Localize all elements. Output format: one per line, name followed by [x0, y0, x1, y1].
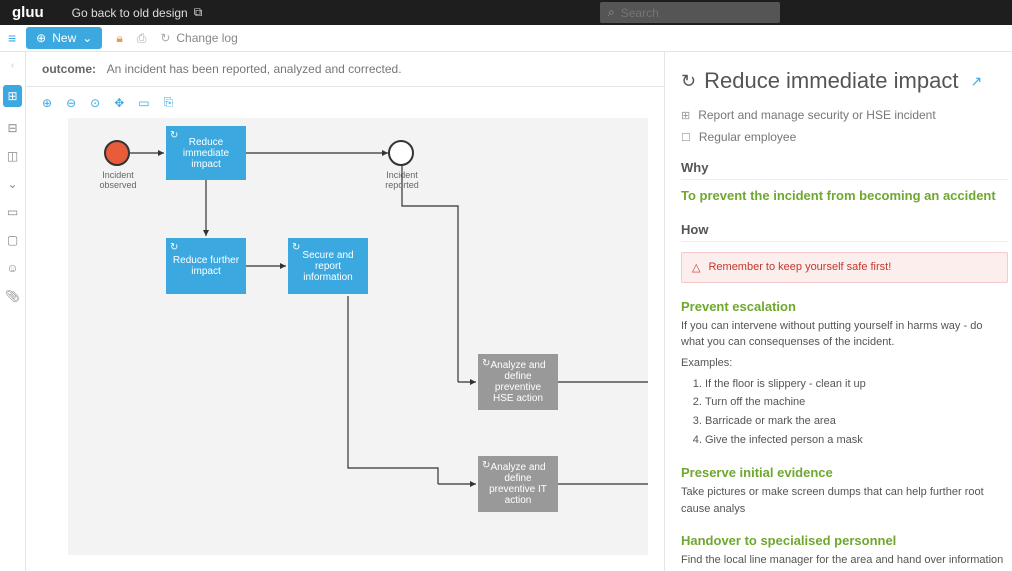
examples-list: If the floor is slippery - clean it up T… — [705, 375, 1008, 450]
rail-user-icon[interactable]: ☺ — [6, 261, 18, 275]
refresh-icon: ↻ — [482, 358, 490, 369]
node-label: Secure and report information — [294, 250, 362, 283]
meta-role[interactable]: ☐ Regular employee — [681, 130, 1008, 144]
rail-chevron-icon[interactable]: ⌄ — [7, 177, 17, 191]
external-icon: ⧉ — [194, 5, 203, 20]
drag-icon[interactable]: ≡ — [8, 30, 16, 46]
rail-tree-icon[interactable]: ⊟ — [7, 121, 17, 135]
example-item: Barricade or mark the area — [705, 412, 1008, 431]
sub-prevent: Prevent escalation — [681, 299, 1008, 314]
image-icon[interactable]: ▭ — [138, 96, 149, 110]
zoom-fit-icon[interactable]: ⊙ — [90, 96, 100, 110]
node-reduce-immediate-impact[interactable]: ↻ Reduce immediate impact — [166, 126, 246, 180]
sub-handover: Handover to specialised personnel — [681, 533, 1008, 548]
node-analyze-it[interactable]: ↻ Analyze and define preventive IT actio… — [478, 456, 558, 512]
rail-chat-icon[interactable]: ◫ — [7, 149, 18, 163]
outcome-text: An incident has been reported, analyzed … — [107, 62, 402, 76]
prevent-body: If you can intervene without putting you… — [681, 318, 1008, 351]
toolbar: ≡ ⊕ New ⌄ 🔒︎ ⎙ ↻ Change log — [0, 25, 1012, 52]
meta-process-text: Report and manage security or HSE incide… — [698, 108, 935, 122]
preserve-body: Take pictures or make screen dumps that … — [681, 484, 1008, 517]
new-label: New — [52, 31, 76, 45]
refresh-icon: ↻ — [170, 242, 178, 253]
refresh-icon: ↻ — [482, 460, 490, 471]
node-label: Reduce further impact — [172, 255, 240, 277]
pan-icon[interactable]: ✥ — [114, 96, 124, 110]
go-back-label: Go back to old design — [72, 6, 188, 20]
collapse-icon[interactable]: ‹ — [11, 60, 14, 71]
node-label: Reduce immediate impact — [172, 137, 240, 170]
search-input[interactable] — [621, 6, 772, 20]
node-analyze-hse[interactable]: ↻ Analyze and define preventive HSE acti… — [478, 354, 558, 410]
process-canvas[interactable]: Regular employee Manager CEO IT Manager — [68, 118, 648, 555]
role-icon: ☐ — [681, 131, 691, 144]
example-item: If the floor is slippery - clean it up — [705, 375, 1008, 394]
node-label: Analyze and define preventive HSE action — [484, 360, 552, 404]
left-rail: ‹ ⊞ ⊟ ◫ ⌄ ▭ ▢ ☺ 📎︎ — [0, 52, 26, 571]
sub-preserve: Preserve initial evidence — [681, 465, 1008, 480]
top-bar: gluu Go back to old design ⧉ ⌕ — [0, 0, 1012, 25]
refresh-icon: ↻ — [681, 71, 696, 92]
chevron-down-icon: ⌄ — [82, 31, 92, 45]
example-item: Turn off the machine — [705, 393, 1008, 412]
canvas-tools: ⊕ ⊖ ⊙ ✥ ▭ ⎘ — [26, 87, 664, 118]
node-secure-report-info[interactable]: ↻ Secure and report information — [288, 238, 368, 294]
logo: gluu — [12, 4, 44, 21]
open-external-icon[interactable]: ↗ — [970, 73, 982, 90]
change-log-label[interactable]: Change log — [176, 31, 237, 45]
node-label: Analyze and define preventive IT action — [484, 462, 552, 506]
alert-text: Remember to keep yourself safe first! — [708, 261, 891, 273]
event-incident-observed-label: Incident observed — [88, 170, 148, 190]
examples-label: Examples: — [681, 357, 1008, 369]
outcome-bar: outcome: An incident has been reported, … — [26, 52, 664, 87]
rail-process-icon[interactable]: ⊞ — [3, 85, 21, 107]
section-why: Why — [681, 160, 1008, 180]
event-incident-reported-label: Incident reported — [372, 170, 432, 190]
change-log-icon[interactable]: ↻ — [160, 31, 170, 45]
meta-process[interactable]: ⊞ Report and manage security or HSE inci… — [681, 108, 1008, 122]
rail-attach-icon[interactable]: 📎︎ — [5, 289, 20, 303]
detail-title: ↻ Reduce immediate impact ↗ — [681, 68, 1008, 94]
search-icon: ⌕ — [608, 5, 615, 20]
zoom-in-icon[interactable]: ⊕ — [42, 96, 52, 110]
new-button[interactable]: ⊕ New ⌄ — [26, 27, 102, 49]
warning-icon: △ — [692, 261, 700, 274]
refresh-icon: ↻ — [292, 242, 300, 253]
safety-alert: △ Remember to keep yourself safe first! — [681, 252, 1008, 283]
event-incident-observed[interactable] — [104, 140, 130, 166]
outcome-label: outcome: — [42, 62, 96, 76]
detail-title-text: Reduce immediate impact — [704, 68, 958, 94]
search-container: ⌕ — [600, 2, 780, 23]
refresh-icon: ↻ — [170, 130, 178, 141]
rail-folder-icon[interactable]: ▭ — [7, 205, 18, 219]
why-text: To prevent the incident from becoming an… — [681, 186, 1008, 206]
lock-icon[interactable]: 🔒︎ — [116, 31, 122, 46]
detail-panel: ↻ Reduce immediate impact ↗ ⊞ Report and… — [664, 52, 1012, 571]
meta-role-text: Regular employee — [699, 130, 796, 144]
handover-body: Find the local line manager for the area… — [681, 552, 1008, 571]
example-item: Give the infected person a mask — [705, 431, 1008, 450]
go-back-link[interactable]: Go back to old design ⧉ — [72, 5, 203, 20]
process-icon: ⊞ — [681, 109, 690, 122]
plus-icon: ⊕ — [36, 31, 46, 45]
rail-page-icon[interactable]: ▢ — [7, 233, 18, 247]
export-icon[interactable]: ⎘ — [164, 95, 174, 110]
zoom-out-icon[interactable]: ⊖ — [66, 96, 76, 110]
section-how: How — [681, 222, 1008, 242]
compare-icon[interactable]: ⎙ — [137, 31, 147, 46]
node-reduce-further-impact[interactable]: ↻ Reduce further impact — [166, 238, 246, 294]
event-incident-reported[interactable] — [388, 140, 414, 166]
